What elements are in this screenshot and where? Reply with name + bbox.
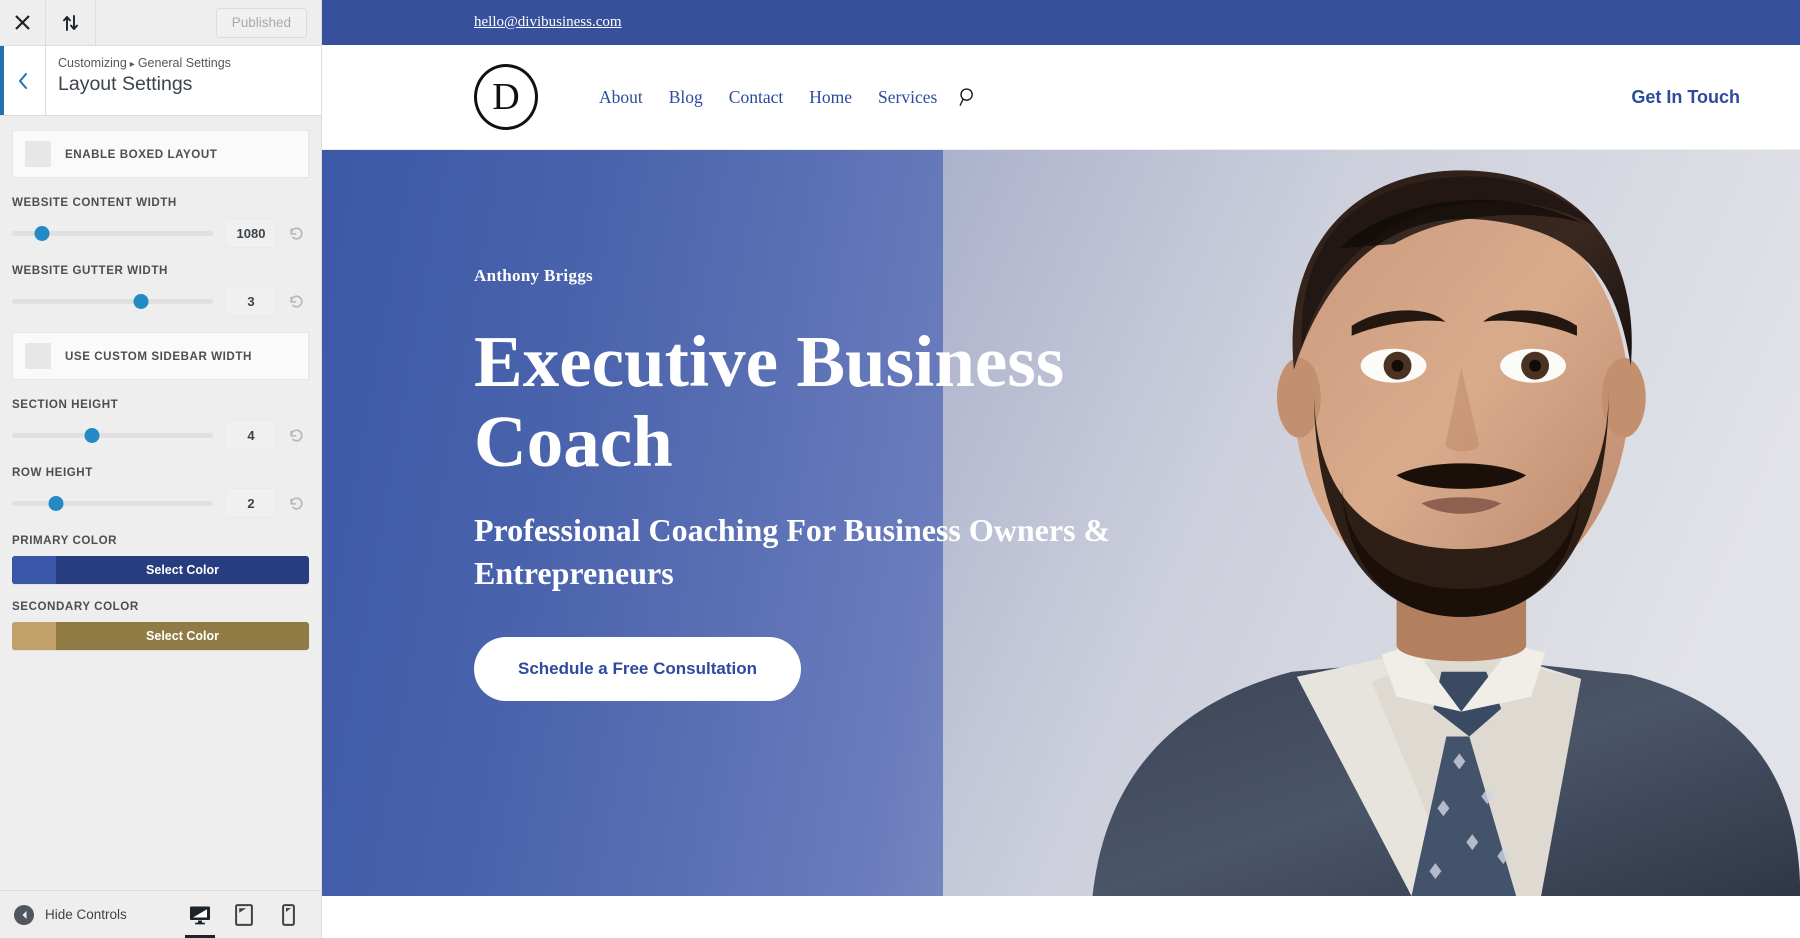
hide-controls-button[interactable]: Hide Controls — [14, 904, 127, 925]
breadcrumb-section: General Settings — [137, 56, 231, 70]
desktop-icon[interactable] — [181, 892, 219, 938]
secondary-color-select-button[interactable]: Select Color — [12, 622, 309, 650]
customizer-panel-header: Customizing ▸ General Settings Layout Sett… — [0, 46, 321, 116]
hero-section: Anthony Briggs Executive Business Coach … — [322, 150, 1800, 896]
site-logo[interactable]: D — [474, 64, 538, 130]
secondary-color-swatch — [12, 622, 56, 650]
reset-icon[interactable] — [283, 220, 309, 246]
slider-row-height[interactable] — [12, 494, 213, 512]
breadcrumb-separator: ▸ — [129, 59, 135, 70]
control-label: SECONDARY COLOR — [12, 600, 139, 613]
control-website-content-width: WEBSITE CONTENT WIDTH 1080 — [12, 196, 309, 248]
value-website-content-width[interactable]: 1080 — [225, 218, 277, 248]
breadcrumb: Customizing ▸ General Settings — [58, 56, 231, 70]
slider-thumb[interactable] — [34, 225, 50, 241]
slider-section-height[interactable] — [12, 426, 213, 444]
search-icon[interactable] — [958, 87, 978, 107]
reset-icon[interactable] — [283, 490, 309, 516]
control-label: WEBSITE GUTTER WIDTH — [12, 264, 168, 277]
hero-eyebrow: Anthony Briggs — [474, 266, 593, 285]
toggle-enable-boxed-layout[interactable]: ENABLE BOXED LAYOUT — [12, 130, 309, 178]
control-row: 1080 — [12, 218, 309, 248]
chevron-left-icon[interactable] — [0, 46, 46, 115]
nav-item-about[interactable]: About — [586, 87, 656, 108]
control-label: WEBSITE CONTENT WIDTH — [12, 196, 177, 209]
control-label: ENABLE BOXED LAYOUT — [65, 147, 218, 161]
nav-item-home[interactable]: Home — [796, 87, 865, 108]
panel-header-text: Customizing ▸ General Settings Layout Sett… — [46, 46, 245, 115]
control-row-height: ROW HEIGHT 2 — [12, 466, 309, 518]
page-title: Layout Settings — [58, 73, 193, 95]
slider-thumb[interactable] — [133, 293, 149, 309]
customizer-footer: Hide Controls — [0, 890, 321, 938]
checkbox-icon[interactable] — [25, 343, 51, 369]
schedule-consultation-button[interactable]: Schedule a Free Consultation — [474, 636, 801, 701]
nav-item-services[interactable]: Services — [865, 87, 950, 108]
value-row-height[interactable]: 2 — [225, 488, 277, 518]
slider-thumb[interactable] — [84, 427, 100, 443]
control-website-gutter-width: WEBSITE GUTTER WIDTH 3 — [12, 264, 309, 316]
primary-color-swatch — [12, 556, 56, 584]
site-topbar: hello@divibusiness.com — [322, 0, 1800, 45]
mobile-icon[interactable] — [269, 892, 307, 938]
value-website-gutter-width[interactable]: 3 — [225, 286, 277, 316]
control-row: 2 — [12, 488, 309, 518]
customizer-controls: ENABLE BOXED LAYOUT WEBSITE CONTENT WIDT… — [0, 116, 321, 890]
select-color-label: Select Color — [146, 629, 219, 643]
control-label: SECTION HEIGHT — [12, 398, 119, 411]
email-link[interactable]: hello@divibusiness.com — [474, 14, 622, 31]
site-navigation: D About Blog Contact Home Services Get I… — [322, 45, 1800, 150]
control-row: 4 — [12, 420, 309, 450]
preview-bottom-strip — [322, 896, 1800, 938]
nav-item-blog[interactable]: Blog — [656, 87, 716, 108]
control-row: 3 — [12, 286, 309, 316]
hide-controls-label: Hide Controls — [45, 907, 127, 922]
slider-track — [12, 500, 213, 506]
primary-color-select-button[interactable]: Select Color — [12, 556, 309, 584]
slider-thumb[interactable] — [48, 495, 64, 511]
breadcrumb-root: Customizing — [58, 56, 127, 70]
caret-left-circle-icon — [14, 904, 34, 925]
slider-track — [12, 432, 213, 438]
published-button[interactable]: Published — [215, 7, 307, 38]
nav-item-contact[interactable]: Contact — [716, 87, 796, 108]
control-label: USE CUSTOM SIDEBAR WIDTH — [65, 349, 252, 363]
customizer-topbar: Published — [0, 0, 321, 46]
control-label: ROW HEIGHT — [12, 466, 93, 479]
customizer-app: Published Customizing ▸ General Settings L… — [0, 0, 1800, 938]
close-icon[interactable] — [0, 0, 46, 45]
customizer-sidebar: Published Customizing ▸ General Settings L… — [0, 0, 322, 938]
hero-subtitle: Professional Coaching For Business Owner… — [474, 511, 1111, 591]
toggle-use-custom-sidebar-width[interactable]: USE CUSTOM SIDEBAR WIDTH — [12, 332, 309, 380]
reset-icon[interactable] — [283, 422, 309, 448]
control-secondary-color: SECONDARY COLOR Select Color — [12, 600, 309, 650]
reset-icon[interactable] — [283, 288, 309, 314]
device-preview-buttons — [181, 892, 307, 938]
control-label: PRIMARY COLOR — [12, 534, 118, 547]
collapse-arrows-icon[interactable] — [46, 0, 96, 45]
control-primary-color: PRIMARY COLOR Select Color — [12, 534, 309, 584]
value-section-height[interactable]: 4 — [225, 420, 277, 450]
select-color-label: Select Color — [146, 563, 219, 577]
control-section-height: SECTION HEIGHT 4 — [12, 398, 309, 450]
slider-website-content-width[interactable] — [12, 224, 213, 242]
tablet-icon[interactable] — [225, 892, 263, 938]
hero-title: Executive Business Coach — [474, 321, 1065, 483]
hero-content: Anthony Briggs Executive Business Coach … — [474, 266, 1214, 701]
get-in-touch-button[interactable]: Get In Touch — [1631, 87, 1740, 108]
nav-links: About Blog Contact Home Services — [586, 87, 978, 108]
slider-track — [12, 298, 213, 304]
site-preview: hello@divibusiness.com D About Blog Cont… — [322, 0, 1800, 938]
checkbox-icon[interactable] — [25, 141, 51, 167]
slider-website-gutter-width[interactable] — [12, 292, 213, 310]
